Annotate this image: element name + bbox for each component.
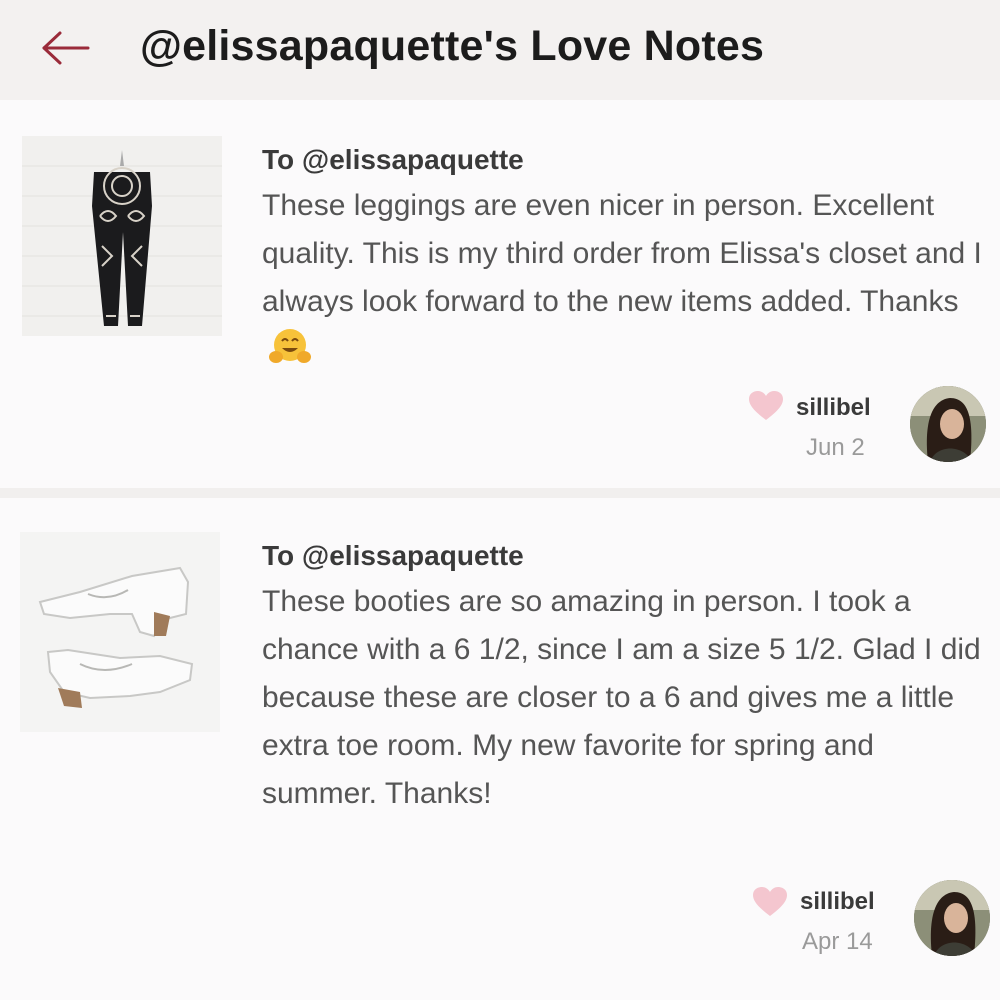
author-username[interactable]: sillibel [796,394,871,422]
back-button[interactable] [36,24,96,72]
hugging-face-emoji [269,329,311,363]
note-text: These booties are so amazing in person. … [262,585,981,810]
note-message: These leggings are even nicer in person.… [262,189,982,318]
leggings-thumbnail[interactable] [22,136,222,336]
avatar-photo [914,880,990,956]
note-date: Jun 2 [806,434,865,461]
booties-photo [20,532,220,732]
note-divider [0,488,1000,498]
leggings-photo [22,136,222,336]
note-text: These leggings are even nicer in person.… [262,182,992,374]
love-note: To @elissapaquette These leggings are ev… [0,100,1000,488]
heart-icon[interactable] [752,886,788,918]
arrow-left-icon [42,31,90,65]
author-avatar[interactable] [910,386,986,462]
note-recipient[interactable]: To @elissapaquette [262,540,524,572]
header: @elissapaquette's Love Notes [0,0,1000,100]
note-date: Apr 14 [802,928,873,955]
page-title: @elissapaquette's Love Notes [140,22,765,70]
author-username[interactable]: sillibel [800,888,875,916]
note-recipient[interactable]: To @elissapaquette [262,144,524,176]
avatar-photo [910,386,986,462]
author-avatar[interactable] [914,880,990,956]
love-note: To @elissapaquette These booties are so … [0,498,1000,1000]
booties-thumbnail[interactable] [20,532,220,732]
heart-icon[interactable] [748,390,784,422]
